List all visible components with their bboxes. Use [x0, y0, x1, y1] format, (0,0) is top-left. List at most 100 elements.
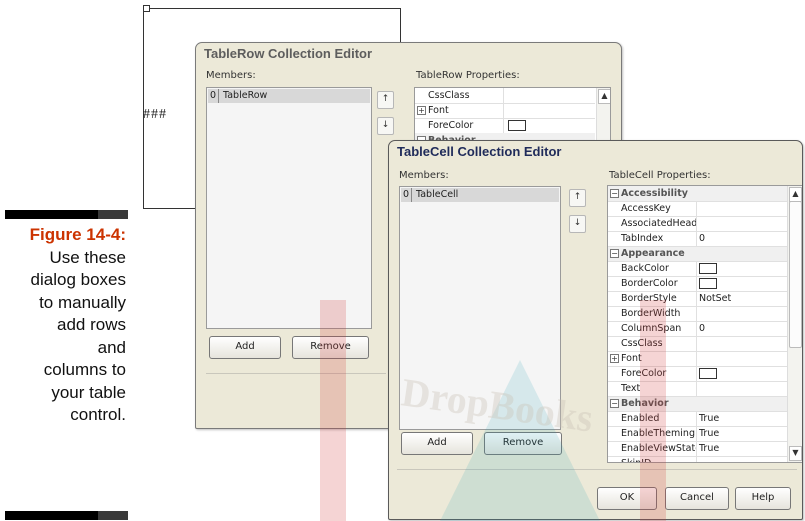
scroll-down-icon[interactable]: ▼ — [789, 446, 802, 461]
list-item[interactable]: 0 TableCell — [401, 188, 559, 202]
color-swatch[interactable] — [699, 263, 717, 274]
property-name: SkinID — [608, 456, 697, 462]
property-value[interactable] — [696, 216, 787, 231]
property-value[interactable] — [696, 351, 787, 366]
property-category[interactable]: − Appearance — [608, 246, 787, 262]
property-value-text: NotSet — [699, 293, 732, 304]
property-name: Font — [415, 103, 504, 118]
property-row[interactable]: CssClass — [415, 88, 595, 104]
property-name: ForeColor — [415, 118, 504, 133]
property-row[interactable]: EnableTheming True — [608, 426, 787, 442]
properties-scrollbar[interactable]: ▲ ▼ — [787, 186, 802, 462]
property-value[interactable] — [696, 336, 787, 351]
caption-line: dialog boxes — [30, 270, 126, 289]
property-name: EnableViewState — [608, 441, 697, 456]
remove-button[interactable]: Remove — [292, 336, 369, 359]
caption-line: to manually — [39, 292, 126, 312]
property-value[interactable]: True — [696, 426, 787, 441]
property-value[interactable] — [696, 261, 787, 276]
property-value[interactable] — [696, 201, 787, 216]
move-down-button[interactable]: ↓ — [569, 215, 586, 233]
scroll-up-icon[interactable]: ▲ — [598, 89, 610, 104]
category-name: Appearance — [621, 248, 685, 259]
property-category[interactable]: − Behavior — [608, 396, 787, 412]
members-label: Members: — [399, 170, 449, 181]
property-row[interactable]: BorderColor — [608, 276, 787, 292]
property-name: CssClass — [608, 336, 697, 351]
property-row[interactable]: BorderWidth — [608, 306, 787, 322]
move-up-button[interactable]: ↑ — [569, 189, 586, 207]
color-swatch[interactable] — [699, 368, 717, 379]
property-row[interactable]: + Font — [415, 103, 595, 119]
category-name: Behavior — [621, 398, 669, 409]
property-value[interactable] — [696, 381, 787, 396]
add-button[interactable]: Add — [401, 432, 473, 455]
caption-line: Use these — [49, 247, 126, 267]
members-list[interactable]: 0 TableRow — [206, 87, 372, 329]
scroll-up-icon[interactable]: ▲ — [789, 187, 802, 202]
members-list[interactable]: 0 TableCell — [399, 186, 561, 430]
properties-label: TableRow Properties: — [416, 70, 520, 81]
property-name: TabIndex — [608, 231, 697, 246]
tablecell-collection-editor: TableCell Collection Editor Members: 0 Ta… — [388, 140, 803, 520]
item-index: 0 — [401, 188, 412, 202]
property-row[interactable]: EnableViewState True — [608, 441, 787, 457]
add-button[interactable]: Add — [209, 336, 281, 359]
ok-button[interactable]: OK — [597, 487, 657, 510]
property-row[interactable]: Text — [608, 381, 787, 397]
scroll-thumb[interactable] — [789, 201, 802, 348]
divider — [397, 469, 797, 470]
property-row[interactable]: AssociatedHeaderCellID — [608, 216, 787, 232]
property-row[interactable]: BorderStyle NotSet — [608, 291, 787, 307]
property-row[interactable]: Enabled True — [608, 411, 787, 427]
figure-caption: Figure 14-4: Use these dialog boxes to m… — [0, 224, 126, 427]
property-value[interactable]: 0 — [696, 231, 787, 246]
property-value[interactable]: True — [696, 441, 787, 456]
property-row[interactable]: ForeColor — [415, 118, 595, 134]
item-name: TableRow — [223, 90, 268, 101]
property-name: ColumnSpan — [608, 321, 697, 336]
cancel-button[interactable]: Cancel — [665, 487, 729, 510]
property-row[interactable]: BackColor — [608, 261, 787, 277]
caption-line: control. — [70, 405, 126, 424]
property-row[interactable]: ColumnSpan 0 — [608, 321, 787, 337]
color-swatch[interactable] — [508, 120, 526, 131]
property-row[interactable]: CssClass — [608, 336, 787, 352]
property-value[interactable] — [696, 366, 787, 381]
property-value[interactable] — [696, 306, 787, 321]
properties-scrollbar[interactable]: ▲ — [596, 88, 610, 143]
property-value[interactable]: True — [696, 411, 787, 426]
property-row[interactable]: + Font — [608, 351, 787, 367]
property-name: BackColor — [608, 261, 697, 276]
property-name: AccessKey — [608, 201, 697, 216]
properties-label: TableCell Properties: — [609, 170, 711, 181]
list-item[interactable]: 0 TableRow — [208, 89, 370, 103]
table-anchor-handle[interactable] — [143, 5, 150, 12]
caption-line: and — [97, 337, 126, 357]
divider — [206, 373, 386, 374]
property-value[interactable] — [696, 456, 787, 462]
property-name: BorderWidth — [608, 306, 697, 321]
dialog-title: TableRow Collection Editor — [204, 46, 373, 61]
property-row[interactable]: TabIndex 0 — [608, 231, 787, 247]
property-name: EnableTheming — [608, 426, 697, 441]
property-row[interactable]: ForeColor — [608, 366, 787, 382]
remove-button[interactable]: Remove — [484, 432, 562, 455]
property-row[interactable]: SkinID — [608, 456, 787, 462]
property-name: Enabled — [608, 411, 697, 426]
property-category[interactable]: − Accessibility — [608, 186, 787, 202]
help-button[interactable]: Help — [735, 487, 791, 510]
color-swatch[interactable] — [699, 278, 717, 289]
item-name: TableCell — [416, 189, 459, 200]
properties-grid[interactable]: CssClass + Font ForeColor − Behavior ▲ — [414, 87, 611, 144]
move-down-button[interactable]: ↓ — [377, 117, 394, 135]
property-value-text: True — [699, 443, 720, 454]
caption-line: add rows — [57, 315, 126, 334]
property-value[interactable]: NotSet — [696, 291, 787, 306]
move-up-button[interactable]: ↑ — [377, 91, 394, 109]
page-frame-right — [400, 8, 401, 42]
property-row[interactable]: AccessKey — [608, 201, 787, 217]
property-value[interactable]: 0 — [696, 321, 787, 336]
properties-grid[interactable]: SkinIDEnableViewStateTrueEnableThemingTr… — [607, 185, 802, 463]
property-value[interactable] — [696, 276, 787, 291]
